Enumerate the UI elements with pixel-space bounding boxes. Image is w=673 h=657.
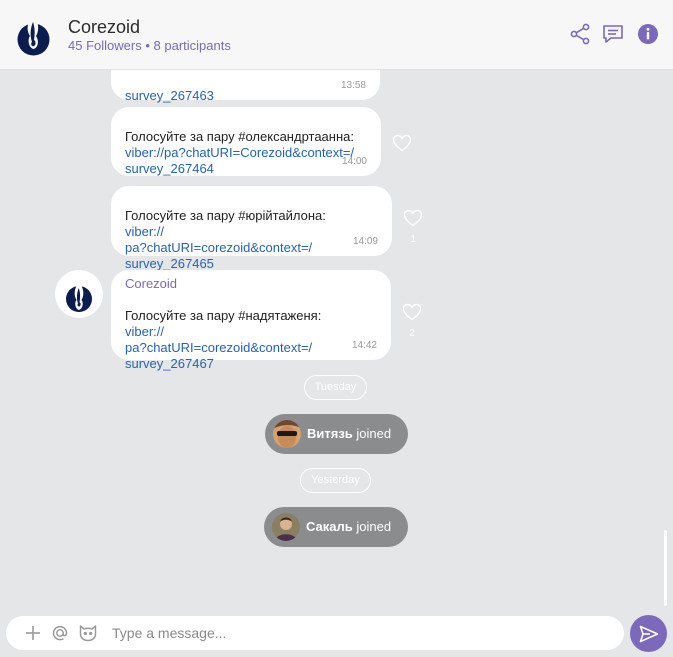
message-link[interactable]: survey_267463 [125, 88, 214, 103]
composer-bar [0, 608, 673, 657]
like-count: 2 [409, 328, 415, 339]
message-input[interactable] [112, 623, 612, 643]
message-list[interactable]: survey_267463 13:58 Голосуйте за пару #о… [0, 70, 673, 608]
like-button[interactable]: 2 [401, 303, 423, 339]
like-count: 1 [410, 234, 416, 245]
chat-bubble-icon[interactable] [601, 22, 625, 46]
date-separator: Yesterday [300, 468, 371, 493]
corezoid-logo [17, 12, 50, 56]
message-bubble[interactable]: Голосуйте за пару #юрійтайлона: viber://… [111, 186, 392, 271]
message-time: 13:58 [340, 80, 366, 91]
sticker-icon[interactable] [78, 623, 98, 643]
send-icon [639, 625, 659, 643]
message-time: 14:09 [352, 236, 378, 247]
share-icon[interactable] [568, 22, 592, 46]
followers-count[interactable]: 45 Followers [68, 38, 142, 53]
message-text: Голосуйте за пару #олександртаанна: [125, 129, 354, 144]
heart-icon [402, 303, 422, 321]
user-avatar[interactable] [273, 420, 301, 448]
message-sender[interactable]: Corezoid [125, 276, 377, 292]
heart-icon [392, 134, 412, 152]
message-time: 14:42 [351, 340, 377, 351]
user-name[interactable]: Сакаль [306, 519, 353, 534]
sender-avatar[interactable] [55, 270, 103, 318]
corezoid-logo [66, 281, 92, 312]
message-time: 14:00 [341, 156, 367, 167]
message-bubble[interactable]: survey_267463 13:58 [111, 70, 380, 103]
join-action: joined [356, 426, 392, 441]
message-text: Голосуйте за пару #надятаженя: [125, 308, 322, 323]
join-action: joined [356, 519, 392, 534]
message-link[interactable]: viber:// pa?chatURI=corezoid&context=/ s… [125, 224, 312, 271]
separator-dot: • [145, 38, 150, 53]
heart-icon [403, 209, 423, 227]
plus-icon[interactable] [23, 623, 43, 643]
user-name[interactable]: Витязь [307, 426, 353, 441]
channel-stats[interactable]: 45 Followers • 8 participants [68, 38, 231, 53]
message-text: Голосуйте за пару #юрійтайлона: [125, 208, 326, 223]
participants-count[interactable]: 8 participants [154, 38, 231, 53]
message-bubble[interactable]: Corezoid Голосуйте за пару #надятаженя: … [111, 270, 391, 371]
send-button[interactable] [630, 615, 667, 652]
info-icon[interactable] [636, 22, 660, 46]
message-link[interactable]: viber:// pa?chatURI=corezoid&context=/ s… [125, 324, 312, 371]
join-notice[interactable]: Витязь joined [265, 414, 408, 454]
channel-title: Corezoid [68, 17, 141, 37]
join-notice[interactable]: Сакаль joined [264, 507, 408, 547]
user-avatar[interactable] [272, 513, 300, 541]
like-button[interactable] [391, 134, 413, 157]
chat-header: Corezoid 45 Followers • 8 participants [0, 0, 673, 70]
like-button[interactable]: 1 [402, 209, 424, 245]
date-separator: Tuesday [304, 375, 367, 400]
scrollbar[interactable] [664, 530, 667, 606]
at-icon[interactable] [50, 623, 70, 643]
message-link[interactable]: viber://pa?chatURI=Corezoid&context=/ su… [125, 145, 354, 176]
message-input-container[interactable] [6, 616, 624, 650]
message-bubble[interactable]: Голосуйте за пару #олександртаанна: vibe… [111, 107, 381, 176]
